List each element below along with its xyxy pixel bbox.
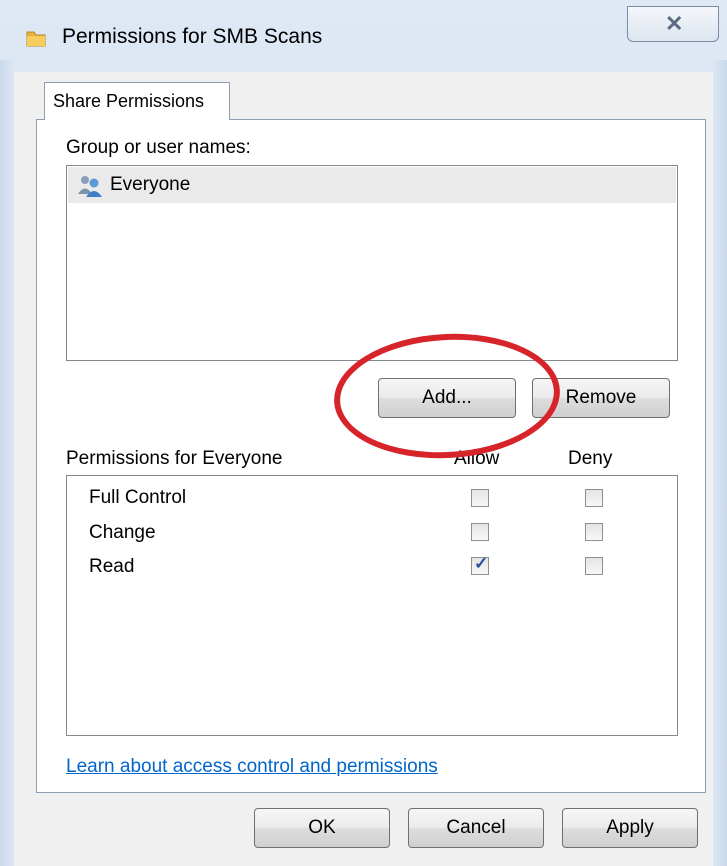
close-button[interactable]: ✕ [627, 6, 719, 42]
window-title: Permissions for SMB Scans [62, 25, 323, 48]
permission-name-read: Read [89, 556, 135, 577]
allow-read-checkbox[interactable]: ✓ [471, 554, 489, 575]
tab-label: Share Permissions [53, 91, 205, 111]
allow-change-checkbox[interactable] [471, 523, 489, 541]
close-icon: ✕ [665, 11, 684, 36]
deny-read-checkbox[interactable] [585, 557, 603, 575]
permissions-list: Full Control Change Read ✓ [66, 475, 678, 736]
remove-button[interactable]: Remove [532, 378, 670, 418]
deny-full-control-checkbox[interactable] [585, 489, 603, 507]
add-button[interactable]: Add... [378, 378, 516, 418]
deny-change-checkbox[interactable] [585, 523, 603, 541]
window-border-right [713, 60, 727, 866]
list-item-everyone[interactable]: Everyone [68, 167, 676, 203]
allow-full-control-checkbox[interactable] [471, 489, 489, 507]
list-item-label: Everyone [110, 174, 191, 195]
title-bar: Permissions for SMB Scans ✕ [0, 0, 727, 72]
tab-share-permissions[interactable]: Share Permissions [44, 82, 230, 120]
folder-icon [26, 31, 46, 47]
apply-button[interactable]: Apply [562, 808, 698, 848]
group-user-listbox[interactable]: Everyone [66, 165, 678, 361]
cancel-button[interactable]: Cancel [408, 808, 544, 848]
allow-column-header: Allow [454, 448, 500, 469]
permission-name-full-control: Full Control [89, 487, 187, 508]
group-list-label: Group or user names: [66, 137, 251, 158]
window-border-left [0, 60, 14, 866]
permission-name-change: Change [89, 522, 156, 543]
ok-button[interactable]: OK [254, 808, 390, 848]
users-icon [78, 176, 102, 197]
permissions-label: Permissions for Everyone [66, 448, 283, 469]
deny-column-header: Deny [568, 448, 613, 469]
learn-more-link[interactable]: Learn about access control and permissio… [66, 756, 438, 778]
